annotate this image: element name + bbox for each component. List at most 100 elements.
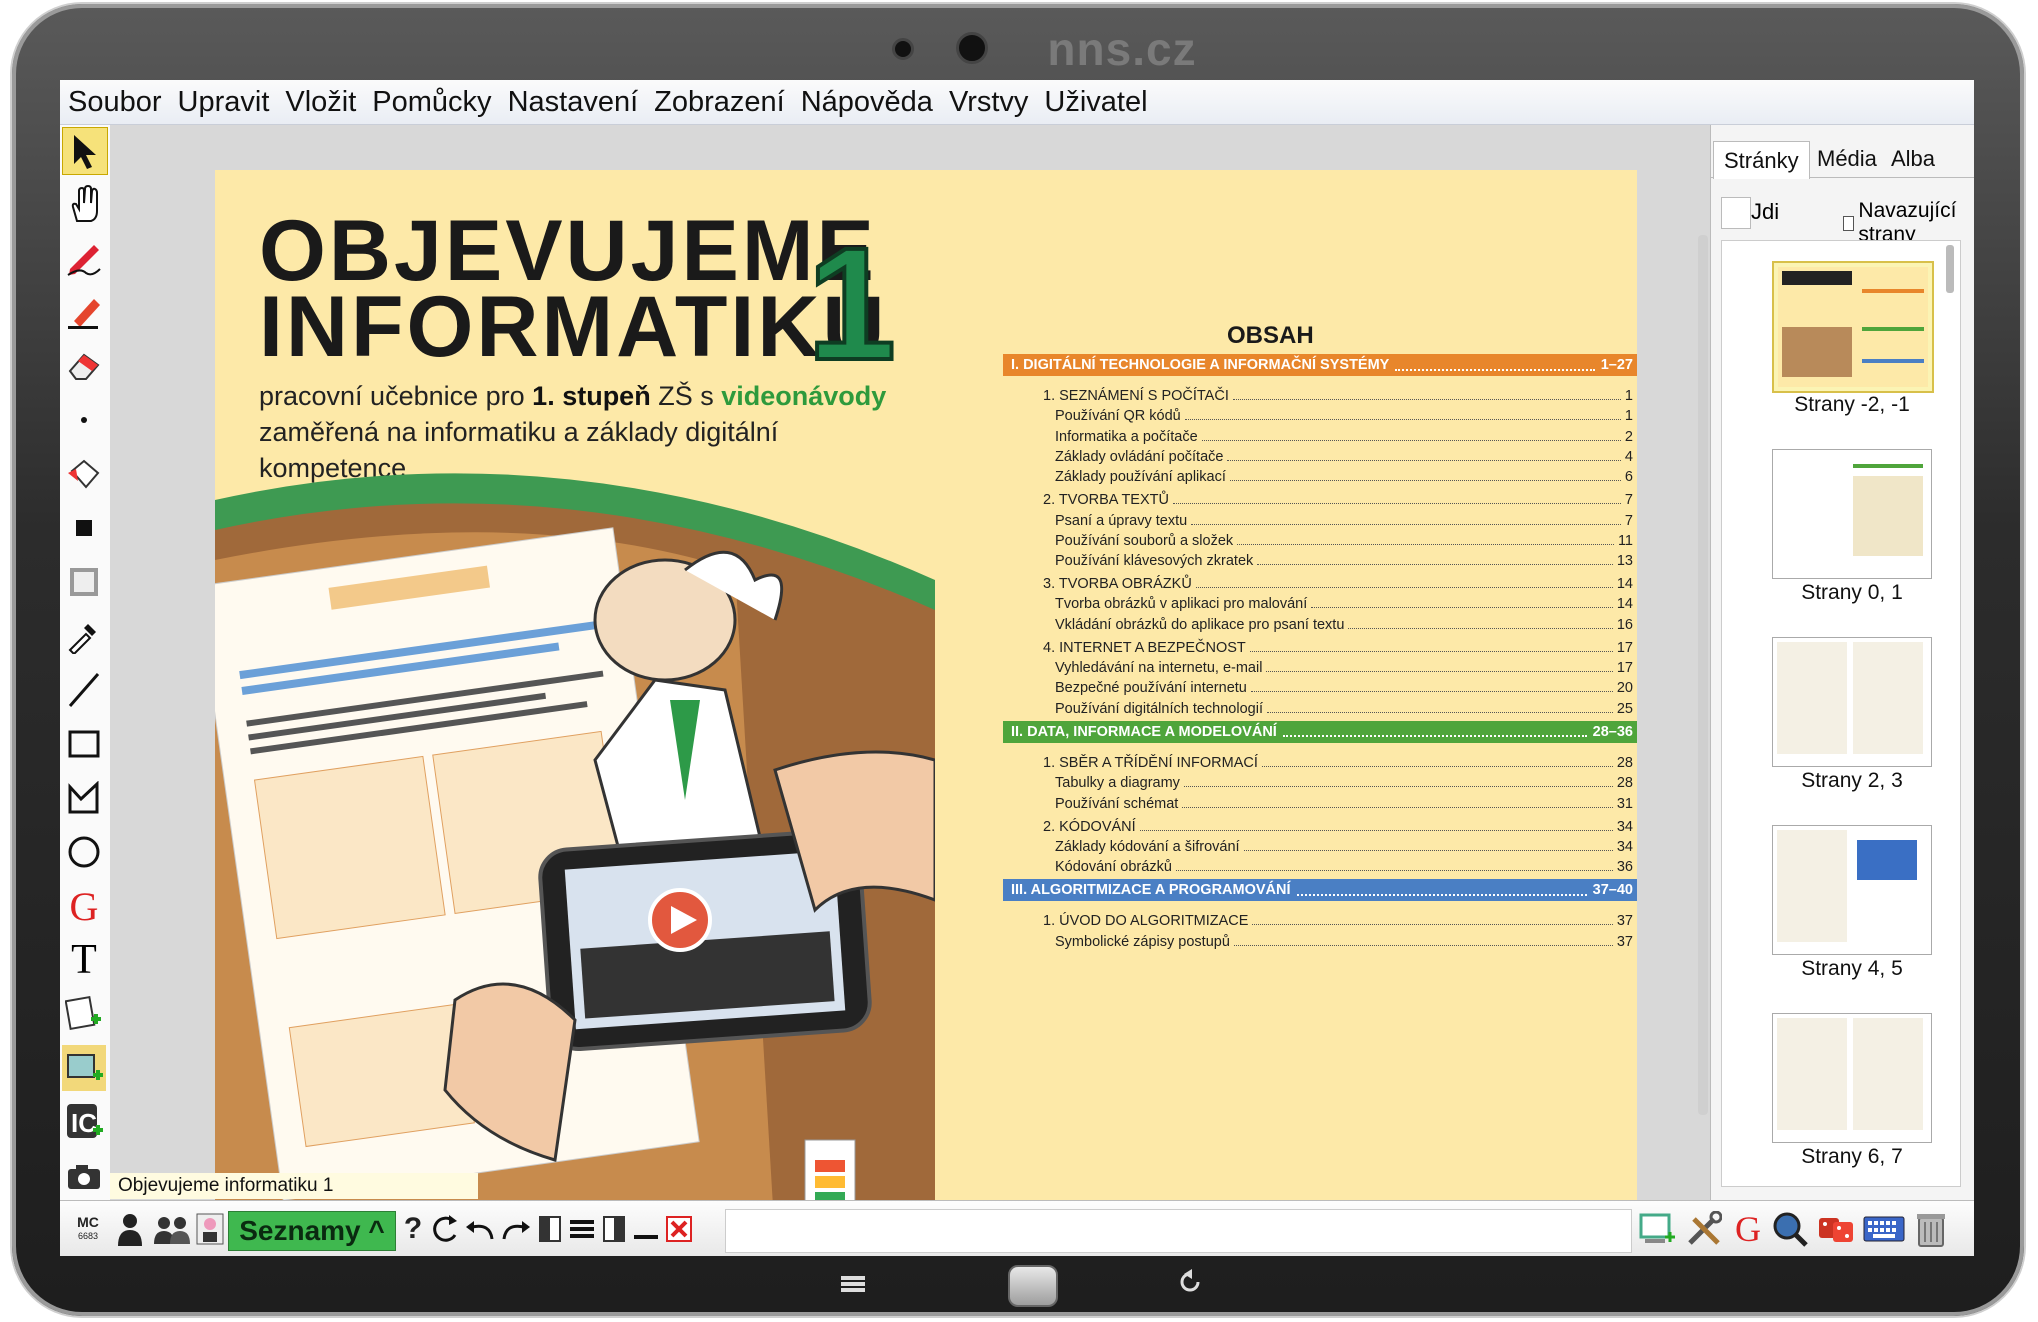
toc-leader-dots (1195, 587, 1613, 589)
g-tool-icon[interactable]: G (1730, 1209, 1766, 1249)
toc-subitem: Symbolické zápisy postupů 37 (1055, 930, 1633, 950)
undo-icon[interactable] (464, 1209, 496, 1249)
add-note-icon[interactable] (62, 991, 106, 1037)
checkbox-box[interactable] (1843, 215, 1855, 231)
thumbnail-page[interactable] (1772, 637, 1932, 767)
menu-napoveda[interactable]: Nápověda (801, 86, 933, 119)
trash-icon[interactable] (1912, 1209, 1950, 1249)
toc-leader-dots (1296, 885, 1587, 896)
menu-vrstvy[interactable]: Vrstvy (949, 86, 1028, 119)
document-canvas[interactable]: OBJEVUJEME INFORMATIKU 1 pracovní učebni… (110, 125, 1710, 1240)
g-icon[interactable]: G (62, 883, 106, 929)
thumbnail-label: Strany 0, 1 (1801, 581, 1903, 604)
group-icon[interactable] (154, 1209, 190, 1249)
menu-soubor[interactable]: Soubor (68, 86, 162, 119)
thumbnail-page[interactable] (1772, 261, 1934, 393)
seznamy-button[interactable]: Seznamy ^ (228, 1211, 396, 1251)
add-image-icon[interactable] (62, 1045, 106, 1091)
toc-leader-dots (1175, 870, 1613, 872)
toc-page-number: 34 (1616, 818, 1633, 835)
keyboard-icon[interactable] (1862, 1209, 1906, 1249)
select-arrow-icon[interactable] (62, 127, 108, 175)
thumbnail-page[interactable] (1772, 1013, 1932, 1143)
toc-page-number: 36 (1616, 859, 1633, 876)
page-right-icon[interactable] (600, 1209, 628, 1249)
toc-page-number: 13 (1616, 553, 1633, 570)
toc-page-number: 17 (1616, 639, 1633, 656)
toc-page-number: 14 (1616, 596, 1633, 613)
menu-pomucky[interactable]: Pomůcky (372, 86, 491, 119)
toc-leader-dots (1201, 439, 1621, 441)
toc-leader-dots (1183, 786, 1613, 788)
page-number-input[interactable] (1721, 197, 1751, 229)
document-scrollbar[interactable] (1698, 235, 1708, 1115)
menu-upravit[interactable]: Upravit (178, 86, 270, 119)
toc-subitem: Používání digitálních technologií 25 (1055, 697, 1633, 717)
whiteboard-add-icon[interactable] (1638, 1209, 1678, 1249)
fill-bucket-icon[interactable] (62, 451, 106, 497)
go-button[interactable]: Jdi (1751, 199, 1779, 225)
toc-chapter: 1. SEZNÁMENÍ S POČÍTAČI 1 (1043, 384, 1633, 404)
eyedropper-icon[interactable] (62, 613, 106, 659)
toc-section-heading: III. ALGORITMIZACE A PROGRAMOVÁNÍ 37–40 (1003, 879, 1637, 902)
toc-leader-dots (1237, 543, 1614, 545)
search-globe-icon[interactable] (1770, 1209, 1810, 1249)
toc-page-number: 1 (1624, 388, 1633, 404)
toc-leader-dots (1250, 691, 1613, 693)
menu-vlozit[interactable]: Vložit (285, 86, 356, 119)
toc-leader-dots (1249, 650, 1613, 652)
toc-leader-dots (1229, 480, 1621, 482)
command-input[interactable] (725, 1209, 1632, 1253)
filled-square-icon[interactable] (62, 505, 106, 551)
svg-text:IC: IC (71, 1108, 97, 1138)
thumbnails-scrollbar[interactable] (1946, 245, 1954, 293)
toc-entry-text: 1. ÚVOD DO ALGORITMIZACE (1043, 913, 1249, 930)
toc-leader-dots (1227, 459, 1621, 461)
tab-media[interactable]: Média (1807, 141, 1887, 177)
camera-icon[interactable] (62, 1153, 106, 1199)
tab-stranky[interactable]: Stránky (1713, 141, 1810, 179)
rectangle-icon[interactable] (62, 721, 106, 767)
toc-entry-text: Informatika a počítače (1055, 428, 1198, 445)
toc-entry-text: Tabulky a diagramy (1055, 775, 1180, 792)
menu-zobrazeni[interactable]: Zobrazení (654, 86, 785, 119)
toc-leader-dots (1243, 849, 1613, 851)
toc-subitem: Základy ovládání počítače 4 (1055, 445, 1633, 465)
page-left-icon[interactable] (536, 1209, 564, 1249)
eraser-icon[interactable] (62, 343, 106, 389)
highlighter-icon[interactable] (62, 289, 106, 335)
redo-icon[interactable] (500, 1209, 532, 1249)
circle-icon[interactable] (62, 829, 106, 875)
tools-icon[interactable] (1684, 1209, 1724, 1249)
dice-icon[interactable] (1816, 1209, 1856, 1249)
thumbnail-page[interactable] (1772, 449, 1932, 579)
user-icon[interactable] (112, 1209, 148, 1249)
tab-alba[interactable]: Alba (1881, 141, 1945, 177)
toc-page-number: 31 (1616, 795, 1633, 812)
minimize-icon[interactable] (632, 1209, 660, 1249)
back-icon[interactable] (1176, 1268, 1206, 1306)
toc-title: OBSAH (1227, 322, 1314, 349)
dot-icon[interactable] (62, 397, 106, 443)
cover-title-line2: INFORMATIKU (259, 279, 888, 375)
polygon-icon[interactable] (62, 775, 106, 821)
home-button[interactable] (1008, 1265, 1058, 1307)
page-thumbnails[interactable]: Strany -2, -1 Strany 0, 1 Strany 2, 3 St… (1721, 240, 1961, 1187)
menu-uzivatel[interactable]: Uživatel (1044, 86, 1147, 119)
pen-icon[interactable] (62, 235, 106, 281)
ic-add-icon[interactable]: IC (62, 1099, 106, 1145)
line-icon[interactable] (62, 667, 106, 713)
refresh-icon[interactable] (430, 1209, 460, 1249)
help-button[interactable]: ? (400, 1209, 426, 1249)
hollow-square-icon[interactable] (62, 559, 106, 605)
toc-entry-text: Psaní a úpravy textu (1055, 512, 1188, 529)
recent-apps-icon[interactable] (838, 1268, 868, 1306)
teacher-icon[interactable] (194, 1209, 226, 1249)
mc-badge[interactable]: MC 6683 (68, 1209, 108, 1249)
menu-lines-icon[interactable] (568, 1209, 596, 1249)
hand-icon[interactable] (62, 181, 106, 227)
close-icon[interactable] (664, 1209, 694, 1249)
text-icon[interactable]: T (62, 937, 106, 983)
thumbnail-page[interactable] (1772, 825, 1932, 955)
menu-nastaveni[interactable]: Nastavení (508, 86, 639, 119)
